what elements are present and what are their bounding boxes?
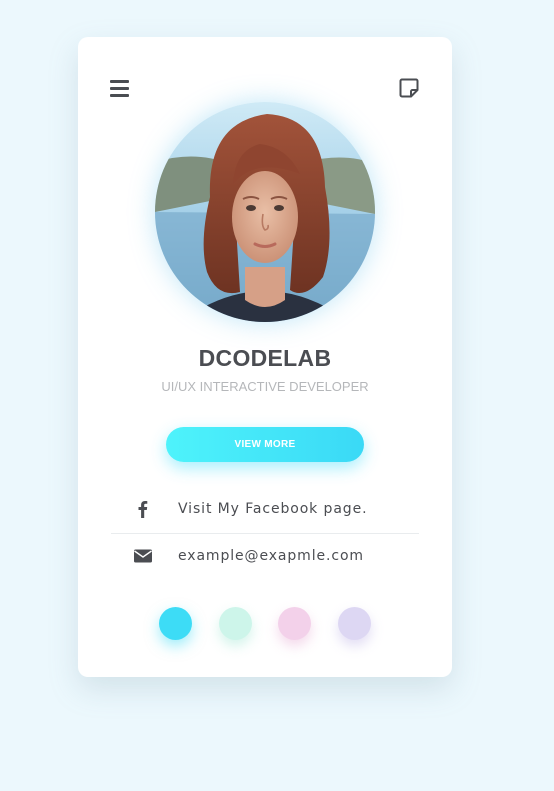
email-link[interactable]: example@exapmle.com <box>111 534 419 580</box>
hamburger-menu-icon[interactable] <box>109 78 131 98</box>
theme-color-option-mint[interactable] <box>219 607 252 640</box>
theme-color-option-lavender[interactable] <box>338 607 371 640</box>
facebook-link-text: Visit My Facebook page. <box>178 501 368 517</box>
email-text: example@exapmle.com <box>178 548 364 564</box>
profile-name: DCODELAB <box>198 345 332 371</box>
mail-icon <box>133 546 153 566</box>
facebook-icon <box>133 499 153 519</box>
theme-color-option-cyan[interactable] <box>159 607 192 640</box>
facebook-link[interactable]: Visit My Facebook page. <box>111 487 419 534</box>
sticky-note-icon[interactable] <box>399 78 419 98</box>
profile-card: DCODELAB UI/UX INTERACTIVE DEVELOPER VIE… <box>78 37 452 677</box>
view-more-button[interactable]: VIEW MORE <box>166 427 364 462</box>
profile-role: UI/UX INTERACTIVE DEVELOPER <box>161 379 369 394</box>
avatar <box>155 102 375 322</box>
theme-color-option-pink[interactable] <box>278 607 311 640</box>
